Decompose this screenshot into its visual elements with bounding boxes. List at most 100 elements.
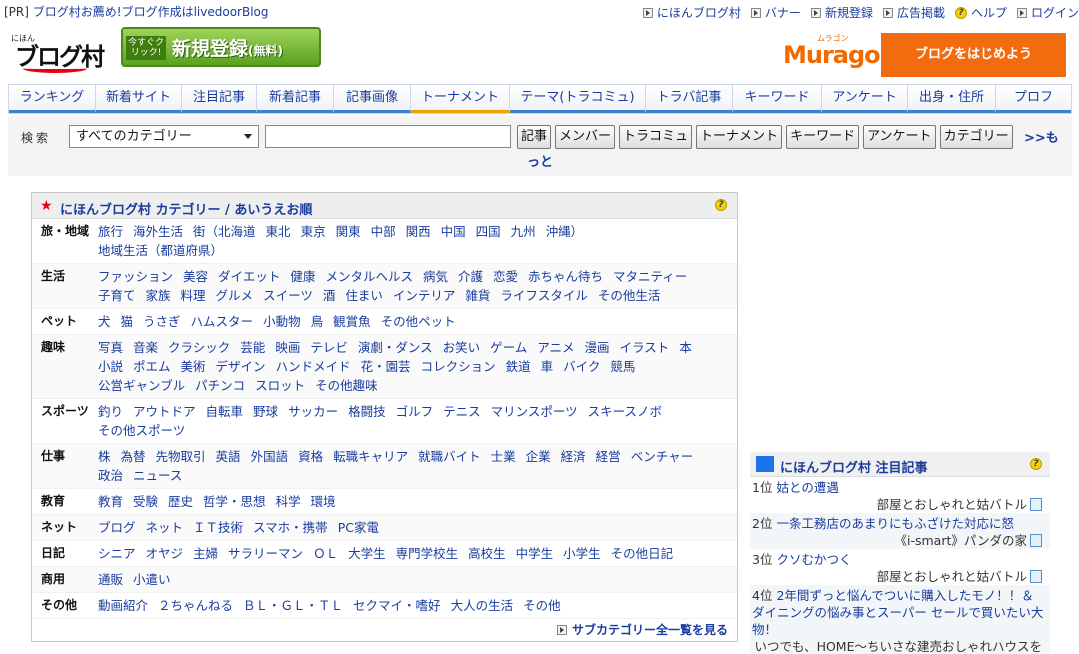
category-link[interactable]: 自転車	[206, 402, 244, 421]
category-link[interactable]: 酒	[323, 286, 336, 305]
top-link-advertise[interactable]: 広告掲載	[882, 4, 945, 21]
category-link[interactable]: 主婦	[193, 544, 218, 563]
category-link[interactable]: 大学生	[348, 544, 386, 563]
category-link[interactable]: 小遣い	[133, 570, 171, 589]
category-link[interactable]: 東北	[266, 222, 291, 241]
category-link[interactable]: 観賞魚	[333, 312, 371, 331]
category-link[interactable]: 健康	[290, 267, 315, 286]
start-blog-button[interactable]: ブログをはじめよう	[881, 33, 1066, 77]
category-link[interactable]: 地域生活（都道府県）	[98, 241, 223, 260]
category-link[interactable]: 野球	[253, 402, 278, 421]
category-link[interactable]: 犬	[98, 312, 111, 331]
category-link[interactable]: アニメ	[537, 338, 574, 357]
featured-panel-title[interactable]: にほんブログ村 注目記事	[780, 457, 928, 476]
category-link[interactable]: ２ちゃんねる	[158, 596, 233, 615]
help-icon[interactable]: ?	[715, 199, 727, 211]
search-tournament-button[interactable]: トーナメント	[696, 125, 783, 149]
category-link[interactable]: 公営ギャンブル	[98, 376, 185, 395]
category-link[interactable]: 哲学・思想	[203, 492, 266, 511]
category-link[interactable]: 先物取引	[156, 447, 206, 466]
category-link[interactable]: ＩＴ技術	[193, 518, 243, 537]
featured-blog-name[interactable]: 《i-smart》パンダの家	[895, 532, 1028, 549]
category-link[interactable]: 街（北海道	[193, 222, 256, 241]
top-link-help[interactable]: ? ヘルプ	[954, 4, 1007, 21]
category-link[interactable]: ゲーム	[490, 338, 527, 357]
search-keyword-button[interactable]: キーワード	[786, 125, 860, 149]
category-link[interactable]: PC家電	[338, 518, 379, 537]
search-more-link[interactable]: >>も	[1024, 127, 1059, 146]
document-icon[interactable]	[1030, 570, 1042, 583]
category-link[interactable]: 政治	[98, 466, 123, 485]
category-link[interactable]: 料理	[181, 286, 206, 305]
category-link[interactable]: 転職キャリア	[333, 447, 408, 466]
category-link[interactable]: その他ペット	[381, 312, 456, 331]
category-link[interactable]: ポエム	[133, 357, 171, 376]
top-link-register[interactable]: 新規登録	[810, 4, 873, 21]
category-link[interactable]: うさぎ	[143, 312, 181, 331]
site-logo[interactable]: にほん ブログ村	[9, 31, 109, 73]
category-link[interactable]: 就職バイト	[418, 447, 481, 466]
category-link[interactable]: 経営	[596, 447, 621, 466]
category-link[interactable]: 恋愛	[493, 267, 518, 286]
category-link[interactable]: スキースノボ	[588, 402, 662, 421]
category-link[interactable]: 病気	[423, 267, 448, 286]
category-link[interactable]: 歴史	[168, 492, 193, 511]
category-link[interactable]: 子育て	[98, 286, 136, 305]
pr-link[interactable]: ブログ村お薦め!ブログ作成はlivedoorBlog	[33, 5, 269, 19]
category-link[interactable]: 中学生	[516, 544, 554, 563]
category-link[interactable]: テニス	[443, 402, 481, 421]
category-link[interactable]: 住まい	[345, 286, 383, 305]
tab-new-sites[interactable]: 新着サイト	[96, 85, 182, 113]
category-link[interactable]: パチンコ	[195, 376, 245, 395]
category-link[interactable]: 四国	[476, 222, 501, 241]
category-link[interactable]: 鳥	[311, 312, 324, 331]
category-link[interactable]: オヤジ	[146, 544, 184, 563]
tab-survey[interactable]: アンケート	[822, 85, 908, 113]
category-link[interactable]: 高校生	[468, 544, 506, 563]
category-link[interactable]: 外国語	[251, 447, 289, 466]
category-link[interactable]: 企業	[526, 447, 551, 466]
category-link[interactable]: 東京	[301, 222, 326, 241]
category-link[interactable]: 英語	[216, 447, 241, 466]
category-link[interactable]: ＢＬ・ＧＬ・ＴＬ	[243, 596, 343, 615]
category-link[interactable]: 受験	[133, 492, 158, 511]
category-link[interactable]: 旅行	[98, 222, 123, 241]
category-link[interactable]: 鉄道	[506, 357, 531, 376]
category-link[interactable]: グルメ	[216, 286, 254, 305]
category-link[interactable]: メンタルヘルス	[325, 267, 413, 286]
category-link[interactable]: 小動物	[263, 312, 301, 331]
category-link[interactable]: マリンスポーツ	[491, 402, 578, 421]
category-link[interactable]: 専門学校生	[396, 544, 459, 563]
tab-keyword[interactable]: キーワード	[733, 85, 822, 113]
category-link[interactable]: 環境	[311, 492, 336, 511]
category-link[interactable]: 美術	[181, 357, 206, 376]
category-link[interactable]: 音楽	[133, 338, 158, 357]
category-link[interactable]: 資格	[298, 447, 323, 466]
register-banner[interactable]: 今すぐクリック! 新規登録(無料)	[121, 27, 321, 67]
featured-blog-name[interactable]: いつでも、HOME〜ちいさな建売おしゃれハウスを	[754, 638, 1042, 654]
featured-title-link[interactable]: 一条工務店のあまりにもふざけた対応に怒	[776, 516, 1014, 531]
top-link-login[interactable]: ログイン	[1016, 4, 1079, 21]
document-icon[interactable]	[1030, 498, 1042, 511]
category-link[interactable]: 美容	[183, 267, 208, 286]
category-link[interactable]: 介護	[458, 267, 483, 286]
tab-profile[interactable]: プロフ	[996, 85, 1071, 113]
category-link[interactable]: 経済	[561, 447, 586, 466]
category-link[interactable]: その他生活	[598, 286, 661, 305]
tab-theme[interactable]: テーマ(トラコミュ)	[510, 85, 646, 113]
category-link[interactable]: 通販	[98, 570, 123, 589]
tab-new-articles[interactable]: 新着記事	[257, 85, 334, 113]
tab-tournament[interactable]: トーナメント	[411, 85, 510, 113]
category-link[interactable]: 動画紹介	[98, 596, 148, 615]
tab-hometown[interactable]: 出身・住所	[908, 85, 996, 113]
category-link[interactable]: 猫	[121, 312, 134, 331]
category-link[interactable]: 関西	[406, 222, 431, 241]
category-link[interactable]: ライフスタイル	[500, 286, 588, 305]
help-icon[interactable]: ?	[1030, 458, 1042, 470]
category-link[interactable]: 士業	[491, 447, 516, 466]
category-link[interactable]: 演劇・ダンス	[358, 338, 433, 357]
category-link[interactable]: 教育	[98, 492, 123, 511]
category-link[interactable]: 花・園芸	[361, 357, 411, 376]
subcategory-list-link[interactable]: サブカテゴリー全一覧を見る	[556, 621, 728, 638]
tab-article-images[interactable]: 記事画像	[334, 85, 411, 113]
